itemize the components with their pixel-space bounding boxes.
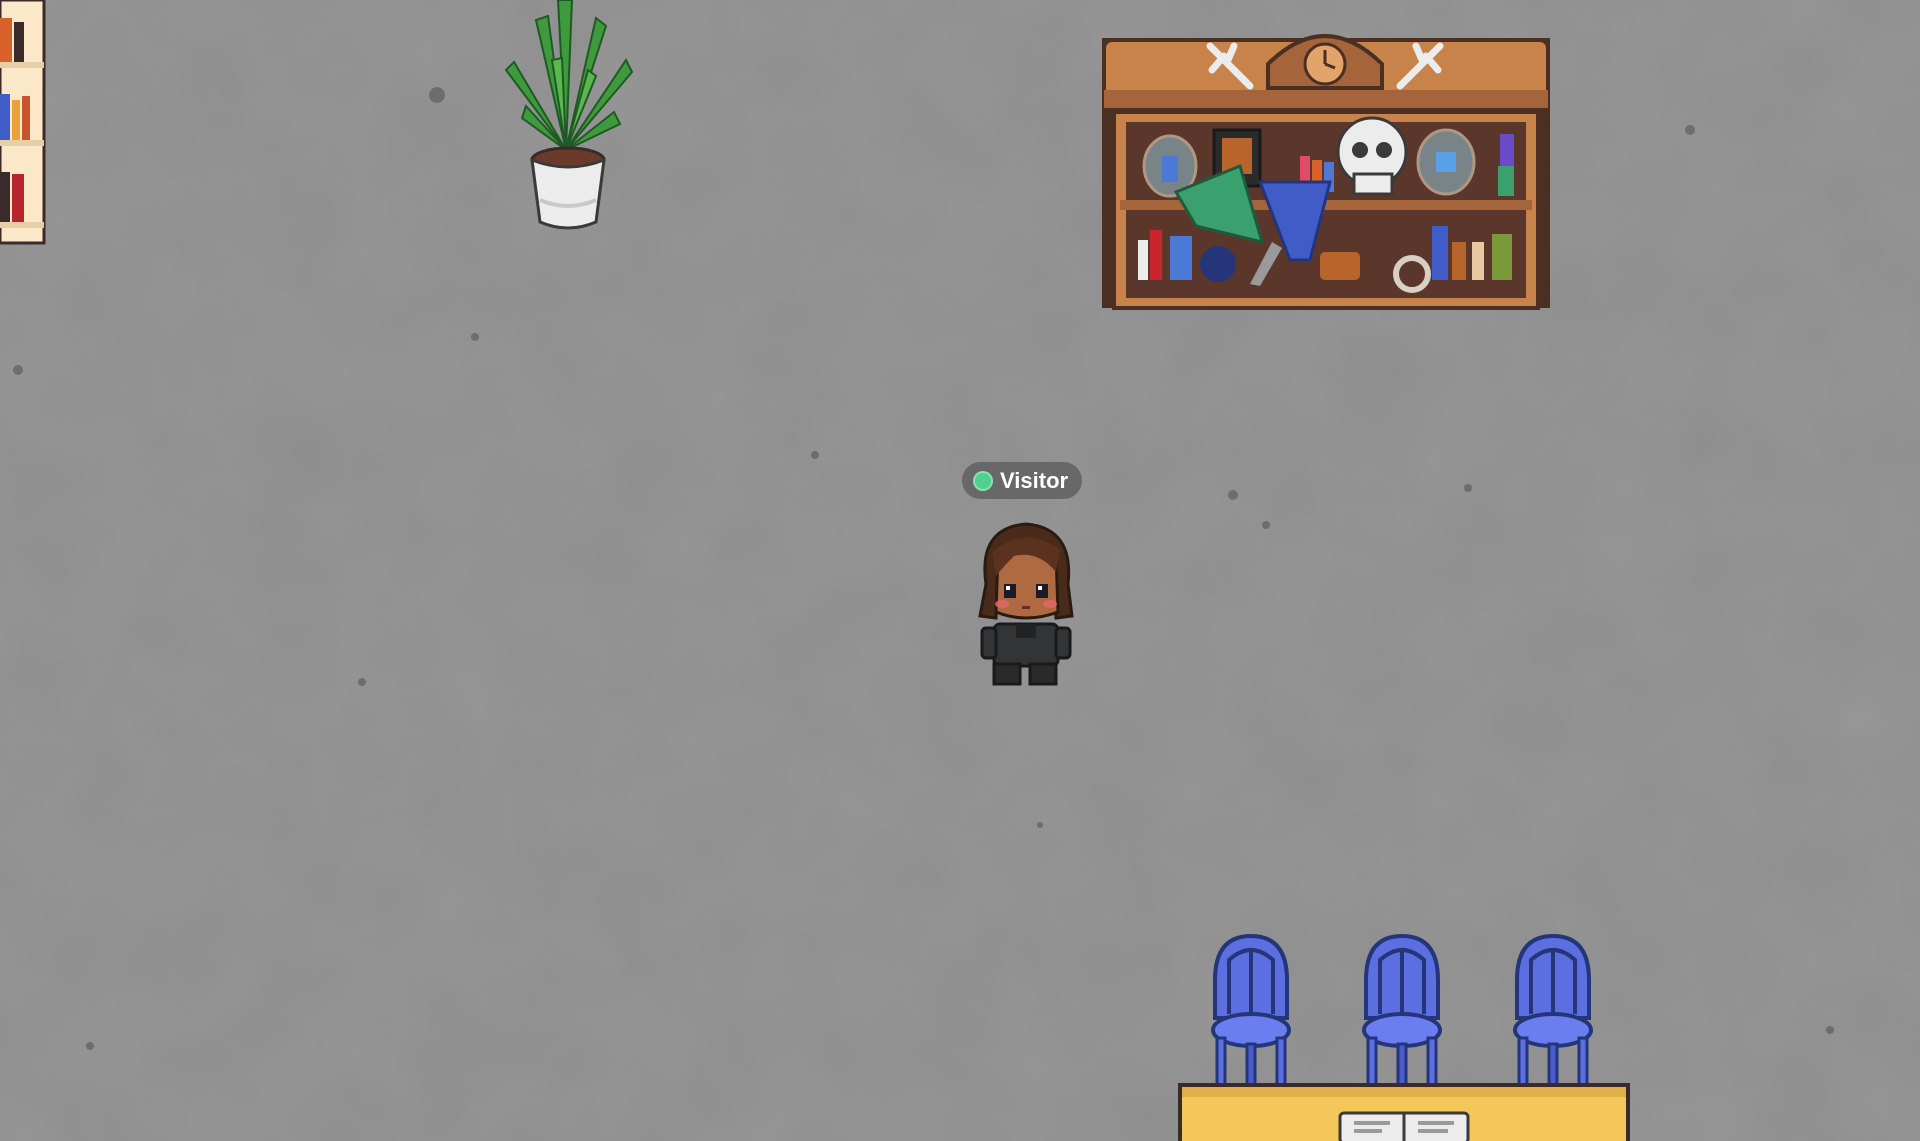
potted-plant[interactable] xyxy=(496,0,642,236)
chair[interactable] xyxy=(1358,934,1446,1100)
curiosity-cabinet[interactable] xyxy=(1100,16,1554,310)
online-status-dot xyxy=(973,470,993,491)
player-name-tag: Visitor xyxy=(962,462,1083,499)
game-viewport[interactable]: Visitor xyxy=(0,0,1920,1141)
open-book-icon xyxy=(1338,1111,1470,1141)
bookshelf[interactable] xyxy=(0,0,46,245)
player-avatar[interactable] xyxy=(968,520,1084,686)
chair[interactable] xyxy=(1207,934,1295,1100)
chair[interactable] xyxy=(1509,934,1597,1100)
concrete-floor[interactable] xyxy=(0,0,1920,1141)
player-name-label: Visitor xyxy=(1000,467,1069,493)
table[interactable] xyxy=(1178,1083,1630,1141)
